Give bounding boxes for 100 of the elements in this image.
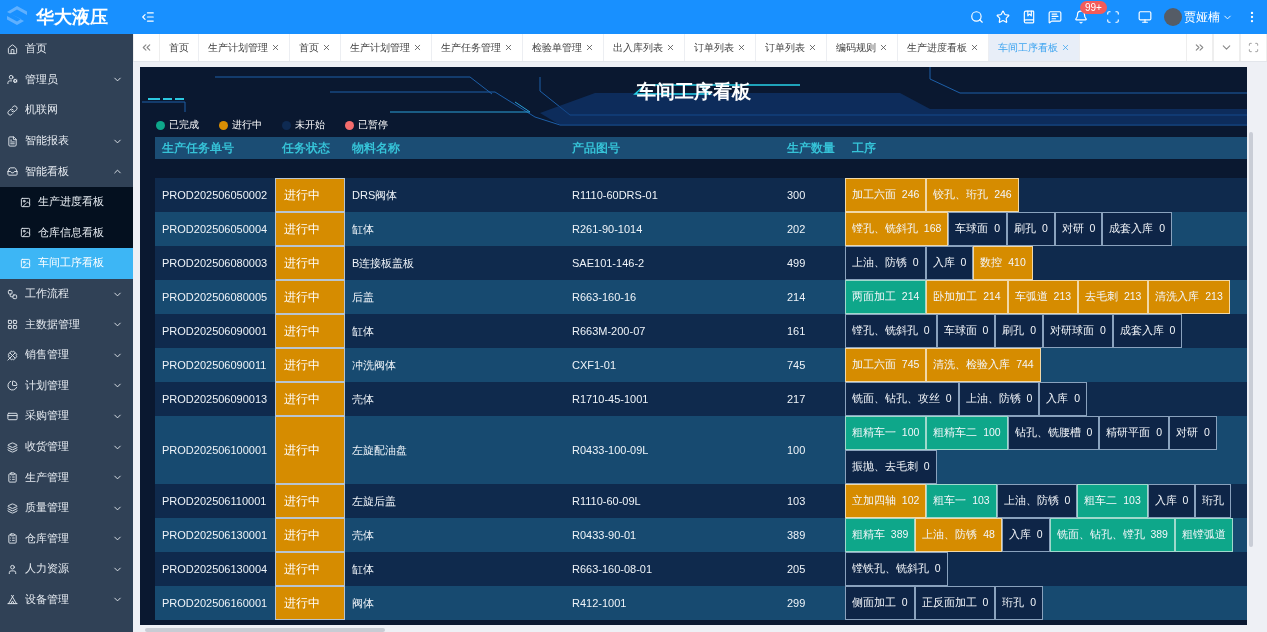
sidebar-label: 首页 <box>25 42 47 57</box>
sidebar-subitem[interactable]: 仓库信息看板 <box>0 217 133 249</box>
sidebar-item[interactable]: 生产管理 <box>0 462 133 493</box>
sidebar-item[interactable]: 管理员 <box>0 64 133 96</box>
scroll-right-icon[interactable] <box>1186 34 1213 61</box>
sidebar-item[interactable]: 工作流程 <box>0 278 133 310</box>
fullscreen-icon[interactable] <box>1106 10 1120 24</box>
link-icon <box>7 105 18 116</box>
scroll-left-icon[interactable] <box>133 34 160 61</box>
star-icon[interactable] <box>996 10 1010 24</box>
process-step: 上油、防锈 0 <box>845 246 926 280</box>
sidebar-item[interactable]: 主数据管理 <box>0 309 133 340</box>
table-cell-text: 202 <box>786 223 807 235</box>
status-badge: 进行中 <box>275 212 345 246</box>
sidebar-label: 工作流程 <box>25 287 69 302</box>
process-step: 去毛刺 213 <box>1078 280 1149 314</box>
table-cell-text: 300 <box>786 189 807 201</box>
status-badge: 进行中 <box>275 246 345 280</box>
process-step: 入库 0 <box>1001 518 1050 552</box>
table-cell-text: 205 <box>786 563 807 575</box>
sidebar-label: 质量管理 <box>25 501 69 516</box>
sidebar-item[interactable]: 首页 <box>0 34 133 65</box>
column-header: 工序 <box>851 140 877 156</box>
table-cell-text: 冲洗阀体 <box>351 357 397 373</box>
table-cell-text: R0433-100-09L <box>571 444 650 456</box>
sidebar-item[interactable]: 收货管理 <box>0 431 133 463</box>
close-icon[interactable] <box>322 43 331 52</box>
document-icon <box>7 135 18 147</box>
close-icon[interactable] <box>808 43 817 52</box>
table-cell-text: PROD202506080003 <box>161 257 269 269</box>
process-step: 正反面加工 0 <box>914 586 996 620</box>
workflow-icon <box>7 288 18 300</box>
sidebar-item[interactable]: 计划管理 <box>0 370 133 402</box>
table-cell-text: R1710-45-1001 <box>571 393 650 405</box>
table-cell-text: SAE101-146-2 <box>571 257 646 269</box>
close-icon[interactable] <box>504 43 513 52</box>
close-icon[interactable] <box>879 43 888 52</box>
column-header: 任务状态 <box>281 140 331 156</box>
menu-toggle-icon[interactable] <box>141 10 155 24</box>
process-step: 珩孔 <box>1195 484 1232 518</box>
sidebar-item[interactable]: 设备管理 <box>0 584 133 616</box>
monitor-icon[interactable] <box>1138 10 1152 24</box>
sidebar-label: 智能看板 <box>25 164 69 179</box>
bell-icon[interactable] <box>1074 10 1088 24</box>
table-cell-text: 缸体 <box>351 561 375 577</box>
close-icon[interactable] <box>970 43 979 52</box>
process-step: 刷孔 0 <box>1007 212 1055 246</box>
fullscreen-icon[interactable] <box>1240 34 1267 61</box>
scrollbar[interactable] <box>145 628 385 632</box>
process-step: 镗铁孔、铣斜孔 0 <box>845 552 948 586</box>
avatar <box>1164 8 1182 26</box>
sidebar-label: 设备管理 <box>25 593 69 607</box>
close-icon[interactable] <box>737 43 746 52</box>
status-badge: 进行中 <box>275 178 345 212</box>
process-step: 清洗、检验入库 744 <box>926 348 1041 382</box>
table-cell-text: 499 <box>786 257 807 269</box>
status-badge: 进行中 <box>275 552 345 586</box>
close-icon[interactable] <box>413 43 422 52</box>
table-cell-text: 217 <box>786 393 807 405</box>
sidebar-label: 计划管理 <box>25 378 69 393</box>
legend-label: 进行中 <box>232 118 262 132</box>
sidebar-label: 生产进度看板 <box>38 195 104 210</box>
table-cell-text: 161 <box>786 325 807 337</box>
sidebar-item[interactable]: 质量管理 <box>0 492 133 524</box>
sidebar-item[interactable]: 智能报表 <box>0 125 133 157</box>
close-icon[interactable] <box>585 43 594 52</box>
process-step: 数控 410 <box>973 246 1033 280</box>
sidebar-item[interactable]: 仓库管理 <box>0 523 133 555</box>
table-cell-text: 100 <box>786 444 807 456</box>
sidebar-label: 车间工序看板 <box>38 256 104 271</box>
sidebar-item[interactable]: 人力资源 <box>0 554 133 585</box>
user-gear-icon <box>7 74 18 86</box>
inbox-icon <box>7 166 18 178</box>
close-icon[interactable] <box>271 43 280 52</box>
sidebar-item[interactable]: 智能看板 <box>0 156 133 187</box>
column-header: 产品图号 <box>571 140 621 156</box>
picture-icon <box>20 227 31 239</box>
sidebar-item[interactable]: 采购管理 <box>0 401 133 432</box>
table-cell-text: 389 <box>786 529 807 541</box>
message-icon[interactable] <box>1048 10 1062 24</box>
process-step: 珩孔 0 <box>995 586 1044 620</box>
process-step: 振抛、去毛刺 0 <box>845 450 937 484</box>
picture-icon <box>20 257 31 269</box>
status-badge: 进行中 <box>275 518 345 552</box>
sidebar-label: 收货管理 <box>25 440 69 454</box>
table-cell-text: 阀体 <box>351 595 375 611</box>
process-step: 对研球面 0 <box>1043 314 1113 348</box>
process-step: 成套入库 0 <box>1102 212 1173 246</box>
table-cell-text: R0433-90-01 <box>571 529 638 541</box>
process-step: 加工六面 745 <box>845 348 927 382</box>
sidebar-item[interactable]: 机联网 <box>0 95 133 126</box>
book-icon[interactable] <box>1022 10 1036 24</box>
search-icon[interactable] <box>970 10 984 24</box>
sidebar-label: 仓库管理 <box>25 531 69 546</box>
process-step: 对研 0 <box>1169 416 1217 450</box>
pie-chart-icon <box>7 380 18 392</box>
scrollbar[interactable] <box>1249 132 1253 547</box>
close-icon[interactable] <box>666 43 675 52</box>
sidebar-item[interactable]: 销售管理 <box>0 339 133 371</box>
sidebar-subitem[interactable]: 生产进度看板 <box>0 186 133 218</box>
